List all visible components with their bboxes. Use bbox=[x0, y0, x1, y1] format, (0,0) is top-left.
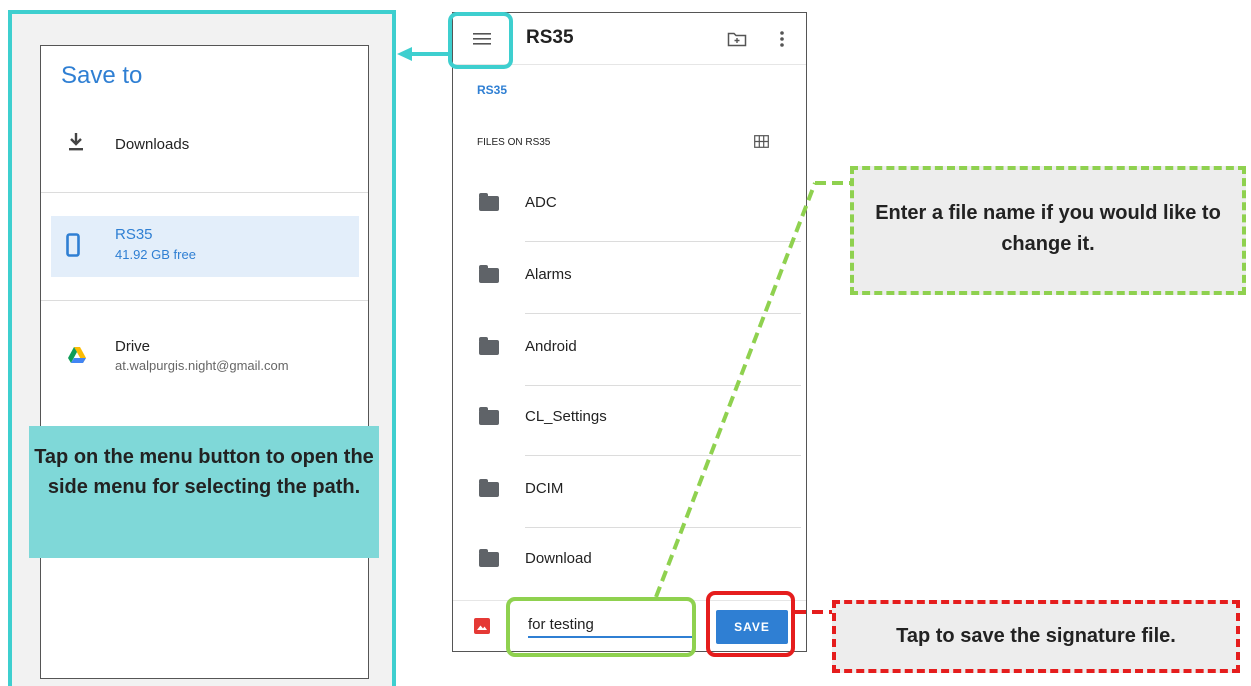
filename-tip-callout: Enter a file name if you would like to c… bbox=[850, 166, 1246, 295]
arrow-left-icon bbox=[397, 47, 412, 61]
annotation-connectors bbox=[397, 47, 852, 614]
save-tip-callout: Tap to save the signature file. bbox=[832, 600, 1240, 673]
